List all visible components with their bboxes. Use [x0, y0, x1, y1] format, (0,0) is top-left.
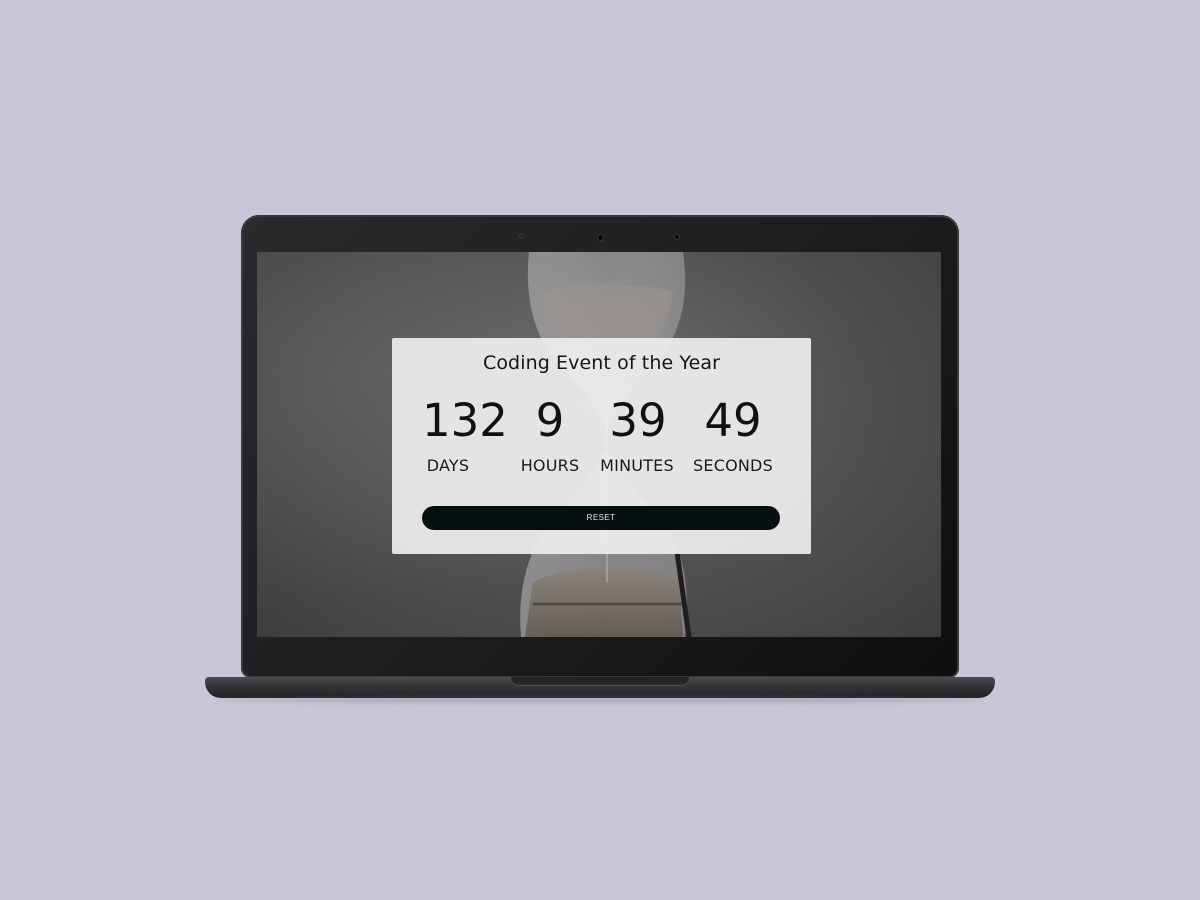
countdown-panel: Coding Event of the Year 132 9 39 49 DAY… [392, 338, 811, 554]
webcam-icon [598, 235, 603, 240]
days-label: DAYS [426, 456, 470, 475]
sensor-icon [675, 235, 679, 239]
mockup-stage: Coding Event of the Year 132 9 39 49 DAY… [0, 0, 1200, 900]
laptop-screen: Coding Event of the Year 132 9 39 49 DAY… [257, 252, 941, 637]
hours-label: HOURS [520, 456, 580, 475]
lid-opening-notch [511, 677, 689, 686]
seconds-value: 49 [704, 394, 762, 447]
reset-button[interactable]: RESET [422, 506, 780, 530]
minutes-label: MINUTES [600, 456, 674, 475]
minutes-value: 39 [609, 394, 667, 447]
laptop-shadow [215, 697, 985, 703]
seconds-label: SECONDS [693, 456, 773, 475]
days-value: 132 [422, 394, 508, 447]
laptop-base [205, 677, 995, 698]
hours-value: 9 [535, 394, 565, 447]
sensor-icon [520, 235, 523, 238]
event-title: Coding Event of the Year [482, 352, 721, 374]
